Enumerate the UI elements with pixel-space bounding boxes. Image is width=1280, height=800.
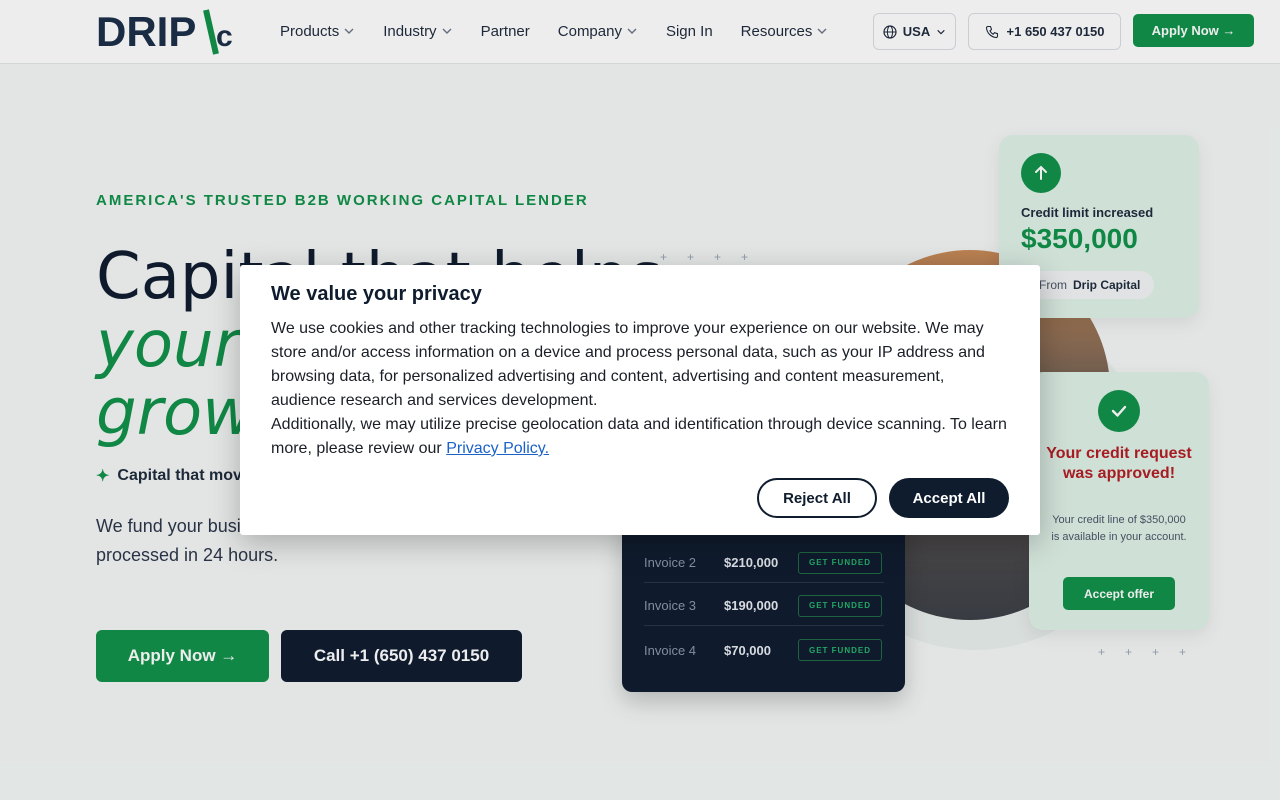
modal-paragraph-1: We use cookies and other tracking techno…	[271, 320, 985, 409]
modal-title: We value your privacy	[271, 283, 482, 305]
modal-body: We use cookies and other tracking techno…	[271, 317, 1011, 461]
privacy-policy-link[interactable]: Privacy Policy.	[446, 440, 549, 457]
reject-all-button[interactable]: Reject All	[757, 478, 877, 518]
accept-all-button[interactable]: Accept All	[889, 478, 1009, 518]
modal-paragraph-2: Additionally, we may utilize precise geo…	[271, 416, 1007, 457]
cookie-consent-modal: We value your privacy We use cookies and…	[240, 265, 1040, 535]
